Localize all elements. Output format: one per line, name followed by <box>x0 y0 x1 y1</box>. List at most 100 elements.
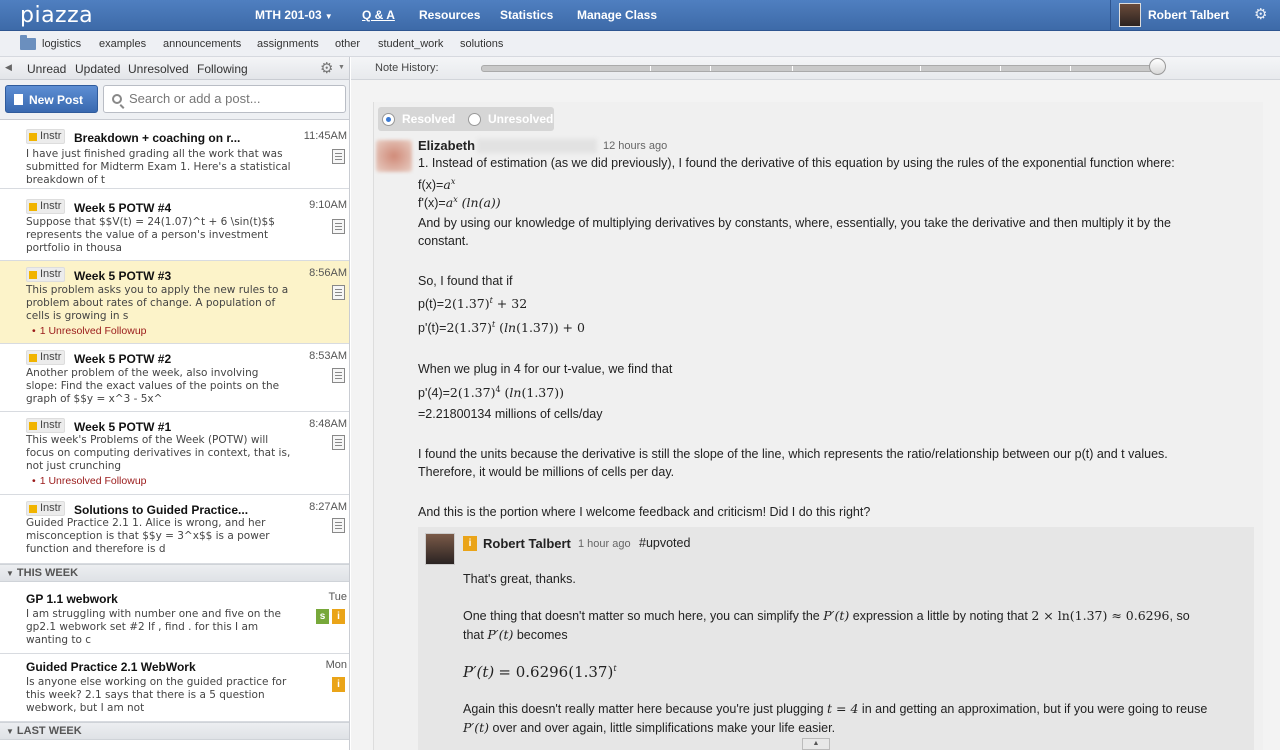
list-item[interactable]: Instr Week 5 POTW #3 8:56AM This problem… <box>0 261 349 344</box>
note-history-slider-handle[interactable] <box>1149 58 1166 75</box>
reply-text-part: in and getting an approximation, but if … <box>861 702 1208 716</box>
divider <box>1110 0 1111 31</box>
user-avatar[interactable] <box>1119 3 1141 27</box>
nav-qa[interactable]: Q & A <box>362 8 395 22</box>
math-line: f'(x)=ax (ln(a)) <box>418 195 501 210</box>
list-item[interactable]: Instr Week 5 POTW #4 9:10AM Suppose that… <box>0 189 349 261</box>
math-prefix: p'(4)= <box>418 386 450 401</box>
reply-comment: i Robert Talbert 1 hour ago #upvoted Tha… <box>418 527 1254 750</box>
collapse-left-icon[interactable]: ◀ <box>5 62 12 73</box>
instructor-answer-badge: i <box>332 677 345 692</box>
gear-icon[interactable]: ⚙ <box>1254 5 1267 23</box>
folder-student-work[interactable]: student_work <box>378 38 443 50</box>
new-post-button[interactable]: New Post <box>5 85 98 113</box>
math-expression: ax (ln(a)) <box>445 195 501 211</box>
followup-text: And by using our knowledge of multiplyin… <box>418 216 1171 230</box>
unresolved-label[interactable]: Unresolved <box>488 112 553 126</box>
instructor-badge: i <box>463 536 477 551</box>
folder-assignments[interactable]: assignments <box>257 38 319 50</box>
reply-text-part: becomes <box>516 628 568 642</box>
upvoted-tag[interactable]: #upvoted <box>639 536 690 550</box>
nav-resources[interactable]: Resources <box>419 8 480 22</box>
list-item[interactable]: Instr Breakdown + coaching on r... 11:45… <box>0 120 349 189</box>
post-time: Mon <box>325 659 347 671</box>
post-time: 8:27AM <box>309 501 347 513</box>
slider-tick <box>1000 66 1001 71</box>
filter-updated[interactable]: Updated <box>75 62 120 76</box>
reply-text: that P′(t) becomes <box>463 627 568 642</box>
piazza-logo[interactable]: piazza <box>20 3 93 28</box>
post-time: 11:45AM <box>303 130 347 142</box>
post-time: 8:56AM <box>309 267 347 279</box>
folder-icon[interactable] <box>20 35 36 50</box>
math-display: P′(t) = 0.6296(1.37)t <box>463 663 617 681</box>
post-title: GP 1.1 webwork <box>26 592 118 606</box>
folder-announcements[interactable]: announcements <box>163 38 241 50</box>
folder-logistics[interactable]: logistics <box>42 38 81 50</box>
note-icon <box>332 219 345 234</box>
math-prefix: p(t)= <box>418 297 445 312</box>
group-header-this-week[interactable]: ▼ THIS WEEK <box>0 564 349 582</box>
followup-text: constant. <box>418 234 469 248</box>
list-item[interactable]: Instr Week 5 POTW #2 8:53AM Another prob… <box>0 344 349 412</box>
post-title: Solutions to Guided Practice... <box>74 503 249 517</box>
followup-text: I found the units because the derivative… <box>418 447 1168 461</box>
avatar <box>425 533 455 565</box>
feed-settings-gear-icon[interactable]: ⚙ <box>320 59 333 77</box>
document-icon <box>14 94 23 105</box>
post-snippet: Suppose that $$V(t) = 24(1.07)^t + 6 \si… <box>26 216 275 254</box>
nav-statistics[interactable]: Statistics <box>500 8 553 22</box>
reply-text: That's great, thanks. <box>463 572 576 586</box>
list-item[interactable]: GP 1.1 webwork Tue I am struggling with … <box>0 582 349 654</box>
math-expression: 2(1.37)4 (ln(1.37)) <box>449 385 564 401</box>
folder-solutions[interactable]: solutions <box>460 38 503 50</box>
collapse-triangle-icon: ▼ <box>6 569 14 578</box>
search-icon <box>112 94 122 104</box>
filter-unresolved[interactable]: Unresolved <box>128 62 189 76</box>
course-selector[interactable]: MTH 201-03 ▼ <box>255 8 333 22</box>
student-answer-badge: s <box>316 609 329 624</box>
followup-timestamp: 12 hours ago <box>603 140 668 152</box>
nav-manage-class[interactable]: Manage Class <box>577 8 657 22</box>
followup-text: When we plug in 4 for our t-value, we fi… <box>418 362 673 376</box>
folder-examples[interactable]: examples <box>99 38 146 50</box>
post-time: 8:48AM <box>309 418 347 430</box>
note-history-slider-track[interactable] <box>481 65 1157 72</box>
group-header-last-week[interactable]: ▼ LAST WEEK <box>0 722 349 740</box>
reply-text-part: expression a little by noting that <box>852 609 1028 623</box>
group-label: LAST WEEK <box>16 725 82 737</box>
filter-unread[interactable]: Unread <box>27 62 66 76</box>
note-icon <box>332 149 345 164</box>
list-item[interactable]: Instr Week 5 POTW #1 8:48AM This week's … <box>0 412 349 495</box>
post-title: Week 5 POTW #1 <box>74 420 172 434</box>
scroll-up-button[interactable]: ▲ <box>802 738 830 750</box>
math-expression: P′(t) <box>463 663 495 681</box>
followup-text: And this is the portion where I welcome … <box>418 505 871 519</box>
reply-author: Robert Talbert <box>483 536 571 551</box>
course-label: MTH 201-03 <box>255 8 322 22</box>
note-history-bar: Note History: <box>351 57 1280 80</box>
post-snippet: I have just finished grading all the wor… <box>26 148 291 186</box>
list-item[interactable]: Instr Solutions to Guided Practice... 8:… <box>0 495 349 564</box>
instructor-tag: Instr <box>26 350 66 365</box>
user-name[interactable]: Robert Talbert <box>1148 8 1229 22</box>
chevron-down-icon[interactable]: ▼ <box>338 64 345 71</box>
instructor-tag: Instr <box>26 501 66 516</box>
list-item[interactable]: Guided Practice 2.1 WebWork Mon Is anyon… <box>0 654 349 722</box>
math-line: f(x)=ax <box>418 177 455 192</box>
slider-tick <box>710 66 711 71</box>
resolved-radio[interactable] <box>382 113 395 126</box>
resolved-label[interactable]: Resolved <box>402 112 455 126</box>
unresolved-radio[interactable] <box>468 113 481 126</box>
followup-discussion: Resolved Unresolved Elizabeth 12 hours a… <box>373 102 1263 750</box>
filter-following[interactable]: Following <box>197 62 248 76</box>
post-title: Week 5 POTW #4 <box>74 201 172 215</box>
followup-author: Elizabeth <box>418 138 476 153</box>
post-title: Week 5 POTW #2 <box>74 352 172 366</box>
redacted-name <box>477 139 597 153</box>
reply-text-part: Again this doesn't really matter here be… <box>463 702 824 716</box>
folder-other[interactable]: other <box>335 38 360 50</box>
math-line: p'(4)=2(1.37)4 (ln(1.37)) <box>418 385 564 400</box>
search-input[interactable]: Search or add a post... <box>103 85 346 113</box>
math-line: p(t)=2(1.37)t + 32 <box>418 296 527 311</box>
